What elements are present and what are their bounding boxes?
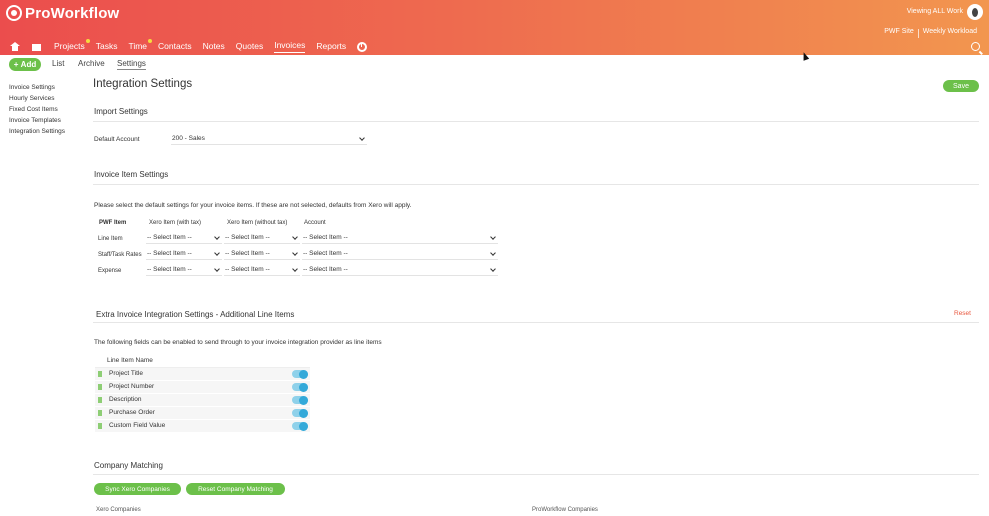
tab-archive[interactable]: Archive	[78, 59, 105, 68]
sub-nav: + Add List Archive Settings	[0, 55, 989, 75]
tab-list[interactable]: List	[52, 59, 64, 68]
nav-notes[interactable]: Notes	[203, 41, 225, 53]
notification-dot	[85, 38, 90, 43]
reset-link[interactable]: Reset	[954, 310, 971, 317]
default-account-select[interactable]: 200 - Sales	[171, 134, 367, 145]
rates-account-select[interactable]: -- Select Item --	[302, 249, 498, 260]
chevron-down-icon	[292, 266, 298, 272]
notification-dot	[148, 38, 153, 43]
drag-handle-icon[interactable]	[98, 384, 102, 390]
chevron-down-icon	[359, 135, 365, 141]
reset-company-matching-button[interactable]: Reset Company Matching	[186, 483, 285, 495]
nav-time[interactable]: Time	[128, 38, 153, 53]
toggle-switch[interactable]	[292, 369, 308, 379]
sync-xero-companies-button[interactable]: Sync Xero Companies	[94, 483, 181, 495]
chevron-down-icon	[490, 266, 496, 272]
logo-icon	[6, 5, 22, 21]
invoice-item-settings-heading: Invoice Item Settings	[94, 170, 169, 179]
company-matching-heading: Company Matching	[94, 461, 163, 470]
divider	[93, 474, 979, 475]
import-settings-heading: Import Settings	[94, 107, 148, 116]
drag-handle-icon[interactable]	[98, 423, 102, 429]
line-item-account-select[interactable]: -- Select Item --	[302, 233, 498, 244]
viewing-filter[interactable]: Viewing ALL Work	[907, 8, 963, 15]
settings-sidebar: Invoice Settings Hourly Services Fixed C…	[9, 82, 65, 137]
chevron-down-icon	[292, 234, 298, 240]
expense-without-tax-select[interactable]: -- Select Item --	[224, 265, 300, 276]
sidebar-item-hourly-services[interactable]: Hourly Services	[9, 93, 65, 104]
rates-with-tax-select[interactable]: -- Select Item --	[146, 249, 222, 260]
row-label-line-item: Line Item	[98, 236, 123, 242]
pwf-site-link[interactable]: PWF Site	[880, 28, 918, 38]
toggle-switch[interactable]	[292, 382, 308, 392]
row-label-expense: Expense	[98, 268, 122, 274]
divider	[93, 121, 979, 122]
col-xero-without-tax: Xero Item (without tax)	[227, 220, 288, 226]
save-button[interactable]: Save	[943, 80, 979, 92]
list-item: Project Title	[95, 368, 310, 380]
xero-companies-header: Xero Companies	[96, 507, 141, 513]
toggle-switch[interactable]	[292, 408, 308, 418]
tab-settings[interactable]: Settings	[117, 59, 146, 70]
col-xero-with-tax: Xero Item (with tax)	[149, 220, 202, 226]
chevron-down-icon	[490, 250, 496, 256]
main-nav: Projects Tasks Time Contacts Notes Quote…	[10, 38, 368, 53]
home-icon[interactable]	[10, 42, 20, 51]
nav-invoices[interactable]: Invoices	[274, 40, 306, 53]
app-header: ProWorkflow Viewing ALL Work PWF Site We…	[0, 0, 989, 55]
proworkflow-companies-header: ProWorkflow Companies	[532, 507, 598, 513]
weekly-workload-link[interactable]: Weekly Workload	[919, 28, 981, 38]
row-label-staff-task-rates: Staff/Task Rates	[98, 252, 142, 258]
search-icon[interactable]	[971, 42, 980, 51]
invoice-item-note: Please select the default settings for y…	[94, 202, 412, 209]
extra-settings-heading: Extra Invoice Integration Settings - Add…	[96, 310, 295, 319]
line-item-name-header: Line Item Name	[107, 357, 153, 364]
drag-handle-icon[interactable]	[98, 371, 102, 377]
brand-name: ProWorkflow	[25, 4, 120, 22]
expense-account-select[interactable]: -- Select Item --	[302, 265, 498, 276]
rates-without-tax-select[interactable]: -- Select Item --	[224, 249, 300, 260]
divider	[93, 322, 979, 323]
nav-projects[interactable]: Projects	[54, 38, 90, 53]
sidebar-item-fixed-cost-items[interactable]: Fixed Cost Items	[9, 104, 65, 115]
sidebar-item-invoice-settings[interactable]: Invoice Settings	[9, 82, 65, 93]
line-item-without-tax-select[interactable]: -- Select Item --	[224, 233, 300, 244]
chevron-down-icon	[214, 250, 220, 256]
chevron-down-icon	[214, 266, 220, 272]
chevron-down-icon	[214, 234, 220, 240]
add-button[interactable]: + Add	[9, 58, 41, 71]
top-links: PWF Site Weekly Workload	[880, 28, 981, 38]
list-item: Custom Field Value	[95, 420, 310, 432]
page-title: Integration Settings	[93, 78, 193, 90]
timer-icon[interactable]	[357, 41, 368, 52]
list-item: Description	[95, 394, 310, 406]
list-item: Project Number	[95, 381, 310, 393]
drag-handle-icon[interactable]	[98, 397, 102, 403]
nav-quotes[interactable]: Quotes	[236, 41, 263, 53]
nav-reports[interactable]: Reports	[316, 41, 346, 53]
chevron-down-icon	[292, 250, 298, 256]
drag-handle-icon[interactable]	[98, 410, 102, 416]
line-item-with-tax-select[interactable]: -- Select Item --	[146, 233, 222, 244]
extra-settings-note: The following fields can be enabled to s…	[94, 339, 382, 346]
expense-with-tax-select[interactable]: -- Select Item --	[146, 265, 222, 276]
divider	[93, 184, 979, 185]
chevron-down-icon	[490, 234, 496, 240]
list-item: Purchase Order	[95, 407, 310, 419]
toggle-switch[interactable]	[292, 395, 308, 405]
toggle-switch[interactable]	[292, 421, 308, 431]
col-pwf-item: PWF Item	[99, 220, 127, 226]
sidebar-item-integration-settings[interactable]: Integration Settings	[9, 126, 65, 137]
default-account-label: Default Account	[94, 136, 140, 143]
mail-icon[interactable]	[32, 44, 41, 51]
nav-tasks[interactable]: Tasks	[96, 41, 118, 53]
proworkflow-logo[interactable]: ProWorkflow	[6, 4, 119, 22]
gear-icon[interactable]	[967, 4, 983, 20]
nav-contacts[interactable]: Contacts	[158, 41, 192, 53]
sidebar-item-invoice-templates[interactable]: Invoice Templates	[9, 115, 65, 126]
select-value: 200 - Sales	[172, 135, 205, 142]
col-account: Account	[304, 220, 326, 226]
